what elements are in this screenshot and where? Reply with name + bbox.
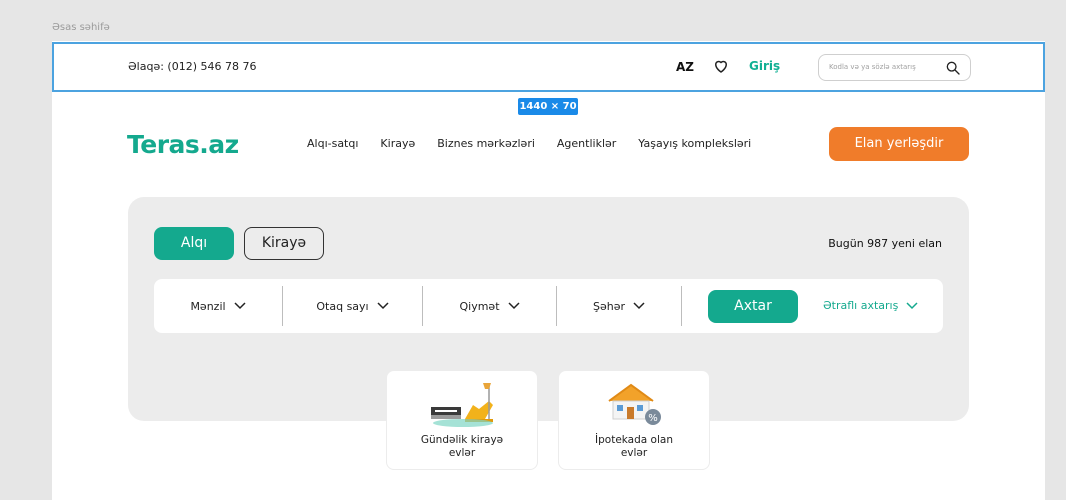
nav-item-residential-complexes[interactable]: Yaşayış kompleksləri (638, 137, 751, 150)
svg-text:%: % (648, 413, 658, 424)
filter-city[interactable]: Şəhər (557, 279, 681, 333)
category-label-line: evlər (620, 447, 648, 459)
divider (681, 286, 682, 326)
contact-phone[interactable]: Əlaqə: (012) 546 78 76 (128, 60, 256, 73)
category-label-line: Gündəlik kirayə (420, 434, 504, 446)
category-label-line: evlər (448, 447, 476, 459)
chevron-down-icon (507, 302, 520, 310)
filter-label: Şəhər (592, 299, 625, 313)
filter-rooms[interactable]: Otaq sayı (283, 279, 422, 333)
category-label: Gündəlik kirayə evlər (387, 434, 537, 460)
nav-item-rent[interactable]: Kirayə (380, 137, 415, 150)
chevron-down-icon (234, 302, 246, 310)
nav-item-business-centers[interactable]: Biznes mərkəzləri (437, 137, 535, 150)
nav-item-buy-sell[interactable]: Alqı-satqı (307, 137, 358, 150)
furniture-icon (431, 383, 493, 427)
advanced-search-label: Ətraflı axtarış (823, 299, 899, 312)
chevron-down-icon (377, 302, 389, 310)
today-listings-count: Bugün 987 yeni elan (828, 237, 942, 250)
top-bar: Əlaqə: (012) 546 78 76 AZ Giriş Kodla və… (52, 42, 1045, 92)
chevron-down-icon (633, 302, 645, 310)
search-input[interactable]: Kodla və ya sözlə axtarış (818, 54, 971, 81)
page-label: Əsas səhifə (52, 22, 110, 33)
category-label-line: İpotekada olan (595, 434, 673, 446)
language-switch[interactable]: AZ (676, 60, 694, 74)
search-button[interactable]: Axtar (708, 290, 798, 323)
filter-price[interactable]: Qiymət (423, 279, 556, 333)
nav-item-agencies[interactable]: Agentliklər (557, 137, 616, 150)
house-percent-icon: % (608, 383, 661, 425)
search-panel: Alqı Kirayə Bugün 987 yeni elan Mənzil O… (128, 197, 969, 421)
filter-property-type[interactable]: Mənzil (154, 279, 282, 333)
logo[interactable]: Teras.az (127, 130, 239, 159)
heart-icon[interactable] (712, 57, 730, 75)
search-placeholder: Kodla və ya sözlə axtarış (829, 63, 916, 71)
category-label: İpotekada olan evlər (559, 434, 709, 460)
tab-rent[interactable]: Kirayə (244, 227, 324, 260)
category-card-daily-rent[interactable]: Gündəlik kirayə evlər (386, 370, 538, 470)
filter-label: Mənzil (190, 299, 226, 313)
post-listing-button[interactable]: Elan yerləşdir (829, 127, 969, 161)
filter-label: Otaq sayı (316, 299, 369, 313)
filter-label: Qiymət (459, 299, 500, 313)
tab-buy[interactable]: Alqı (154, 227, 234, 260)
search-icon[interactable] (945, 60, 961, 76)
filter-bar: Mənzil Otaq sayı Qiymət Şəhər Axtar Ətra… (154, 279, 943, 333)
category-card-mortgage[interactable]: % İpotekada olan evlər (558, 370, 710, 470)
dimension-badge: 1440 × 70 (518, 98, 578, 115)
login-link[interactable]: Giriş (749, 59, 780, 73)
advanced-search-link[interactable]: Ətraflı axtarış (823, 299, 918, 312)
chevron-down-icon (906, 301, 918, 309)
main-nav: Alqı-satqı Kirayə Biznes mərkəzləri Agen… (307, 137, 751, 150)
